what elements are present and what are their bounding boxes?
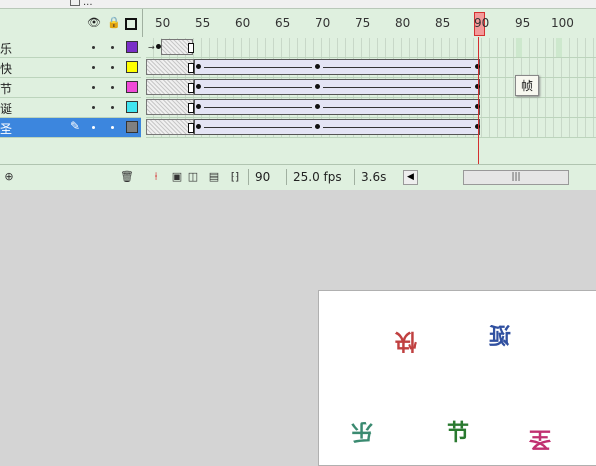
lock-dot[interactable] — [111, 86, 114, 89]
scene-tab[interactable]: ... — [70, 0, 112, 8]
add-layer-icon[interactable]: ⊕ — [3, 171, 15, 183]
layer-name: 诞 — [0, 102, 13, 116]
keyframe[interactable] — [196, 104, 201, 109]
ruler-label: 65 — [275, 16, 291, 30]
layer-color-swatch[interactable] — [126, 121, 138, 133]
layer-color-swatch[interactable] — [126, 41, 138, 53]
layer-name: 乐 — [0, 42, 13, 56]
layer-color-swatch[interactable] — [126, 101, 138, 113]
tween-arrow: → — [148, 43, 155, 52]
stage-canvas[interactable]: 快 诞 乐 节 圣 — [318, 290, 596, 466]
keyframe[interactable] — [196, 64, 201, 69]
lock-dot[interactable] — [111, 46, 114, 49]
layer-name: 圣 — [0, 122, 13, 136]
edit-multiple-frames-icon[interactable]: ▤ — [208, 171, 220, 183]
ruler-label: 95 — [515, 16, 531, 30]
layer-name: 节 — [0, 82, 13, 96]
trash-icon[interactable]: 🗑 — [120, 171, 134, 183]
layer-color-swatch[interactable] — [126, 61, 138, 73]
frame-ruler[interactable]: 50 55 60 65 70 75 80 85 95 100 — [145, 9, 596, 37]
tween-arrow — [323, 67, 471, 68]
tween-arrow — [204, 127, 312, 128]
timeline-panel: 👁 🔒 50 55 60 65 70 75 80 85 95 100 90 乐 … — [0, 9, 596, 190]
timeline-status-bar: ⊕ 🗑 ⍿ ▣ ◫ ▤ ⁅⁆ 90 25.0 fps 3.6s ◀ ||| — [0, 164, 596, 190]
layer-row-selected[interactable]: 圣 ✎ — [0, 118, 141, 138]
layer-row[interactable]: 快 — [0, 58, 141, 78]
frame-highlight — [556, 38, 562, 57]
tween-arrow — [323, 87, 471, 88]
pencil-icon: ✎ — [70, 119, 81, 133]
stage-glyph[interactable]: 乐 — [351, 418, 373, 443]
layer-color-swatch[interactable] — [126, 81, 138, 93]
ruler-label: 100 — [551, 16, 574, 30]
stage-glyph[interactable]: 诞 — [489, 325, 511, 350]
onion-skin-icon[interactable]: ▣ — [171, 171, 183, 183]
ruler-label: 75 — [355, 16, 371, 30]
elapsed-time-field: 3.6s — [354, 169, 401, 185]
playhead-frame-label: 90 — [474, 16, 490, 30]
frame-span[interactable] — [146, 79, 194, 95]
tooltip: 帧 — [515, 75, 540, 96]
frame-cells — [146, 38, 596, 57]
ruler-label: 85 — [435, 16, 451, 30]
visibility-dot[interactable] — [92, 66, 95, 69]
tween-arrow — [323, 127, 471, 128]
layer-name: 快 — [0, 62, 13, 76]
end-frame[interactable] — [188, 43, 194, 53]
top-toolbar: ... — [0, 0, 596, 9]
frame-highlight — [516, 38, 522, 57]
outline-square-icon[interactable] — [125, 18, 137, 30]
ruler-label: 80 — [395, 16, 411, 30]
visibility-dot[interactable] — [92, 46, 95, 49]
current-frame-field[interactable]: 90 — [248, 169, 287, 185]
scene-icon — [70, 0, 80, 6]
center-frame-icon[interactable]: ⍿ — [150, 171, 162, 183]
lock-dot[interactable] — [111, 126, 114, 129]
scroll-left-button[interactable]: ◀ — [403, 170, 418, 185]
frame-rate-field[interactable]: 25.0 fps — [286, 169, 349, 185]
frame-track[interactable] — [146, 98, 596, 118]
layer-row[interactable]: 乐 — [0, 38, 141, 58]
tween-arrow — [204, 87, 312, 88]
modify-onion-markers-icon[interactable]: ⁅⁆ — [229, 171, 241, 183]
onion-skin-outline-icon[interactable]: ◫ — [187, 171, 199, 183]
stage-glyph[interactable]: 圣 — [529, 426, 551, 451]
keyframe[interactable] — [315, 84, 320, 89]
visibility-dot[interactable] — [92, 126, 95, 129]
eye-icon[interactable]: 👁 — [87, 17, 101, 29]
layer-row[interactable]: 节 — [0, 78, 141, 98]
horizontal-scrollbar[interactable]: ||| — [463, 170, 569, 185]
keyframe[interactable] — [196, 124, 201, 129]
ruler-label: 70 — [315, 16, 331, 30]
stage-glyph[interactable]: 快 — [395, 328, 417, 353]
stage-glyph[interactable]: 节 — [447, 423, 469, 445]
frame-track[interactable] — [146, 118, 596, 138]
layer-row[interactable]: 诞 — [0, 98, 141, 118]
keyframe[interactable] — [315, 124, 320, 129]
frame-track[interactable]: → — [146, 38, 596, 58]
lock-dot[interactable] — [111, 106, 114, 109]
lock-dot[interactable] — [111, 66, 114, 69]
keyframe[interactable] — [196, 84, 201, 89]
visibility-dot[interactable] — [92, 106, 95, 109]
ruler-label: 60 — [235, 16, 251, 30]
layer-header: 👁 🔒 — [0, 9, 143, 37]
ruler-label: 50 — [155, 16, 171, 30]
ruler-label: 55 — [195, 16, 211, 30]
tween-arrow — [323, 107, 471, 108]
frame-span[interactable] — [146, 99, 194, 115]
visibility-dot[interactable] — [92, 86, 95, 89]
playhead-line — [478, 37, 479, 167]
tween-arrow — [204, 107, 312, 108]
frame-span[interactable] — [146, 119, 194, 135]
keyframe[interactable] — [315, 64, 320, 69]
lock-icon[interactable]: 🔒 — [107, 17, 121, 29]
tween-arrow — [204, 67, 312, 68]
keyframe[interactable] — [315, 104, 320, 109]
